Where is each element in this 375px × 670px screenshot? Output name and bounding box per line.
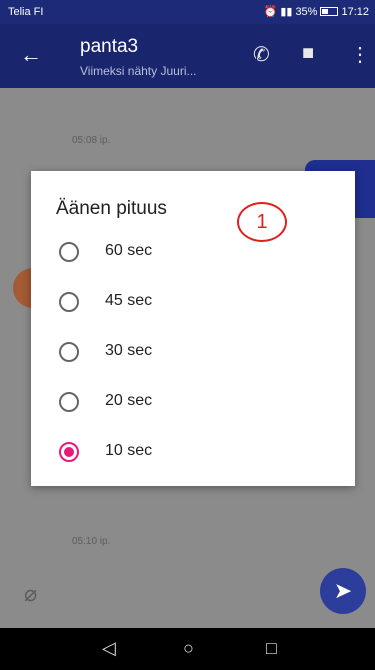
option-45-sec[interactable]: 45 sec	[31, 278, 355, 326]
option-20-sec[interactable]: 20 sec	[31, 378, 355, 426]
nav-home-icon[interactable]: ○	[183, 638, 194, 659]
nav-back-icon[interactable]: ◁	[102, 638, 116, 659]
radio-button[interactable]	[59, 392, 79, 412]
battery-icon	[320, 7, 339, 16]
clock: 17:12	[341, 5, 369, 18]
phone-icon[interactable]: ✆	[253, 42, 270, 67]
attach-icon[interactable]: ⌀	[24, 581, 37, 607]
battery-percent: 35%	[295, 5, 318, 18]
back-arrow-icon[interactable]: ←	[20, 42, 42, 68]
radio-button[interactable]	[59, 342, 79, 362]
duration-dialog: Äänen pituus 1 60 sec 45 sec 30 sec 20 s…	[31, 171, 355, 486]
navigation-bar: ◁ ○ □	[0, 628, 375, 670]
message-time: 05:10 ip.	[72, 536, 111, 547]
video-icon[interactable]: ■	[302, 42, 314, 65]
option-label: 20 sec	[105, 392, 153, 409]
radio-button[interactable]	[59, 242, 79, 262]
send-icon: ➤	[333, 578, 353, 603]
option-label: 10 sec	[105, 442, 153, 459]
carrier-name: Telia FI	[8, 6, 44, 18]
option-10-sec[interactable]: 10 sec	[31, 428, 355, 476]
send-button[interactable]: ➤	[320, 568, 366, 614]
more-icon[interactable]: ⋮	[350, 42, 370, 67]
dialog-title: Äänen pituus	[56, 198, 167, 219]
option-60-sec[interactable]: 60 sec	[31, 228, 355, 276]
option-label: 30 sec	[105, 342, 153, 359]
nav-recent-icon[interactable]: □	[266, 638, 277, 659]
status-icons: ⏰ ▮▮ 35% 17:12	[263, 5, 369, 19]
contact-name[interactable]: panta3	[80, 36, 138, 58]
status-bar: Telia FI ⏰ ▮▮ 35% 17:12	[0, 0, 375, 24]
radio-button-selected[interactable]	[59, 442, 79, 462]
alarm-icon: ⏰	[263, 6, 278, 18]
last-seen: Viimeksi nähty Juuri...	[80, 64, 197, 78]
radio-button[interactable]	[59, 292, 79, 312]
option-label: 45 sec	[105, 292, 153, 309]
app-bar: ← panta3 Viimeksi nähty Juuri... ✆ ■ ⋮	[0, 24, 375, 88]
signal-icon: ▮▮	[280, 6, 293, 18]
option-30-sec[interactable]: 30 sec	[31, 328, 355, 376]
message-time: 05:08 ip.	[72, 135, 111, 146]
option-label: 60 sec	[105, 242, 153, 259]
